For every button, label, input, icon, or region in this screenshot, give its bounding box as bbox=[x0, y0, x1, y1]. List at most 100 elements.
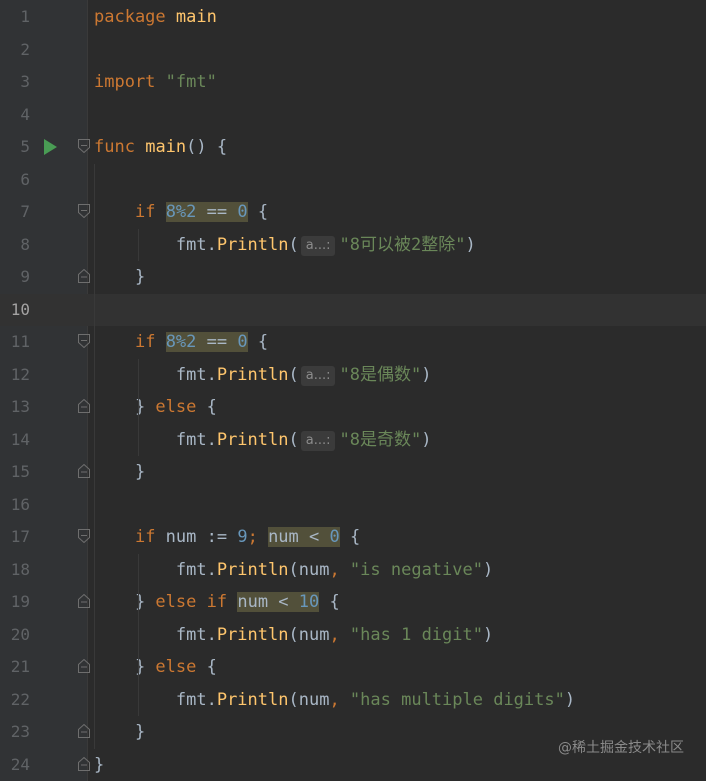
code-token: 8%2 bbox=[165, 202, 197, 222]
code-line[interactable]: 10 bbox=[0, 293, 706, 327]
line-number[interactable]: 14 bbox=[0, 424, 30, 457]
line-number[interactable]: 24 bbox=[0, 749, 30, 781]
code-token: } bbox=[94, 267, 146, 287]
code-text: if 8%2 == 0 { bbox=[94, 196, 268, 229]
code-token: "8是偶数" bbox=[339, 364, 422, 385]
line-number[interactable]: 13 bbox=[0, 391, 30, 424]
line-number[interactable]: 15 bbox=[0, 456, 30, 489]
code-line[interactable]: 7 if 8%2 == 0 { bbox=[0, 196, 706, 229]
code-token: "has multiple digits" bbox=[349, 689, 565, 710]
fold-close-icon[interactable] bbox=[78, 659, 90, 673]
code-token: func bbox=[94, 137, 135, 157]
fold-close-icon[interactable] bbox=[78, 464, 90, 478]
code-text: import "fmt" bbox=[94, 66, 217, 99]
indent-guide bbox=[138, 358, 139, 456]
code-line[interactable]: 20 fmt.Println(num, "has 1 digit") bbox=[0, 619, 706, 652]
code-token: 10 bbox=[298, 592, 320, 612]
line-number[interactable]: 1 bbox=[0, 1, 30, 34]
line-number[interactable]: 2 bbox=[0, 34, 30, 67]
code-line[interactable]: 16 bbox=[0, 489, 706, 522]
fold-open-icon[interactable] bbox=[78, 529, 90, 543]
code-token: { bbox=[319, 592, 340, 612]
line-number[interactable]: 5 bbox=[0, 131, 30, 164]
code-token: 9 bbox=[237, 527, 248, 547]
fold-close-icon[interactable] bbox=[78, 756, 90, 771]
code-line[interactable]: 3 import "fmt" bbox=[0, 66, 706, 99]
code-line[interactable]: 9 } bbox=[0, 261, 706, 294]
code-text: if 8%2 == 0 { bbox=[94, 326, 268, 359]
code-token: Println bbox=[216, 429, 289, 450]
code-line[interactable]: 8 fmt.Println(a...: "8可以被2整除") bbox=[0, 229, 706, 262]
code-line[interactable]: 18 fmt.Println(num, "is negative") bbox=[0, 554, 706, 587]
line-number[interactable]: 17 bbox=[0, 521, 30, 554]
line-number[interactable]: 7 bbox=[0, 196, 30, 229]
code-line[interactable]: 21 } else { bbox=[0, 651, 706, 684]
code-line[interactable]: 22 fmt.Println(num, "has multiple digits… bbox=[0, 684, 706, 717]
code-token: package bbox=[94, 7, 166, 27]
code-token: { bbox=[247, 332, 269, 352]
code-line[interactable]: 13 } else { bbox=[0, 391, 706, 424]
run-icon[interactable] bbox=[44, 139, 57, 155]
line-number[interactable]: 3 bbox=[0, 66, 30, 99]
indent-guide bbox=[138, 553, 139, 716]
line-number[interactable]: 12 bbox=[0, 359, 30, 392]
line-number[interactable]: 19 bbox=[0, 586, 30, 619]
code-token: 0 bbox=[237, 332, 248, 352]
line-number[interactable]: 22 bbox=[0, 684, 30, 717]
code-token: == bbox=[196, 202, 238, 222]
code-token: { bbox=[196, 657, 217, 677]
line-number[interactable]: 20 bbox=[0, 619, 30, 652]
code-token: 0 bbox=[329, 527, 340, 547]
fold-close-icon[interactable] bbox=[78, 269, 90, 283]
code-text: } else { bbox=[94, 651, 217, 684]
code-token: num := bbox=[155, 527, 238, 547]
code-text: fmt.Println(a...: "8是偶数") bbox=[94, 359, 431, 392]
fold-open-icon[interactable] bbox=[78, 139, 90, 153]
fold-open-icon[interactable] bbox=[78, 204, 90, 218]
code-line[interactable]: 14 fmt.Println(a...: "8是奇数") bbox=[0, 424, 706, 457]
code-editor[interactable]: 1 package main 2 3 import "fmt" 4 5 func main()… bbox=[0, 0, 706, 781]
code-token: if bbox=[134, 202, 156, 222]
code-token: (num bbox=[288, 624, 330, 645]
code-token: Println bbox=[216, 624, 289, 645]
code-token: if bbox=[206, 592, 228, 612]
fold-close-icon[interactable] bbox=[78, 399, 90, 413]
line-number[interactable]: 8 bbox=[0, 229, 30, 262]
code-text: fmt.Println(a...: "8是奇数") bbox=[94, 424, 431, 457]
code-token: "8是奇数" bbox=[339, 429, 422, 450]
code-token: fmt. bbox=[94, 559, 217, 580]
code-line[interactable]: 2 bbox=[0, 34, 706, 67]
fold-open-icon[interactable] bbox=[78, 334, 90, 348]
line-number[interactable]: 18 bbox=[0, 554, 30, 587]
code-line[interactable]: 19 } else if num < 10 { bbox=[0, 586, 706, 619]
fold-close-icon[interactable] bbox=[78, 594, 90, 608]
fold-close-icon[interactable] bbox=[78, 724, 90, 738]
line-number[interactable]: 9 bbox=[0, 261, 30, 294]
line-number[interactable]: 11 bbox=[0, 326, 30, 359]
code-line[interactable]: 5 func main() { bbox=[0, 131, 706, 164]
code-text: fmt.Println(num, "has 1 digit") bbox=[94, 619, 493, 652]
parameter-hint: a...: bbox=[300, 235, 336, 256]
line-number[interactable]: 10 bbox=[0, 294, 30, 327]
code-text: if num := 9; num < 0 { bbox=[94, 521, 360, 554]
code-line[interactable]: 4 bbox=[0, 99, 706, 132]
code-line[interactable]: 12 fmt.Println(a...: "8是偶数") bbox=[0, 359, 706, 392]
line-number[interactable]: 23 bbox=[0, 716, 30, 749]
line-number[interactable]: 4 bbox=[0, 99, 30, 132]
code-token: , bbox=[329, 559, 350, 580]
code-line[interactable]: 1 package main bbox=[0, 1, 706, 34]
code-line[interactable]: 15 } bbox=[0, 456, 706, 489]
code-line[interactable]: 6 bbox=[0, 164, 706, 197]
line-number[interactable]: 21 bbox=[0, 651, 30, 684]
code-token: 8%2 bbox=[165, 332, 197, 352]
line-number[interactable]: 6 bbox=[0, 164, 30, 197]
line-number[interactable]: 16 bbox=[0, 489, 30, 522]
code-token: num < bbox=[237, 592, 299, 612]
code-token: "is negative" bbox=[349, 559, 483, 580]
code-line[interactable]: 11 if 8%2 == 0 { bbox=[0, 326, 706, 359]
code-line[interactable]: 17 if num := 9; num < 0 { bbox=[0, 521, 706, 554]
